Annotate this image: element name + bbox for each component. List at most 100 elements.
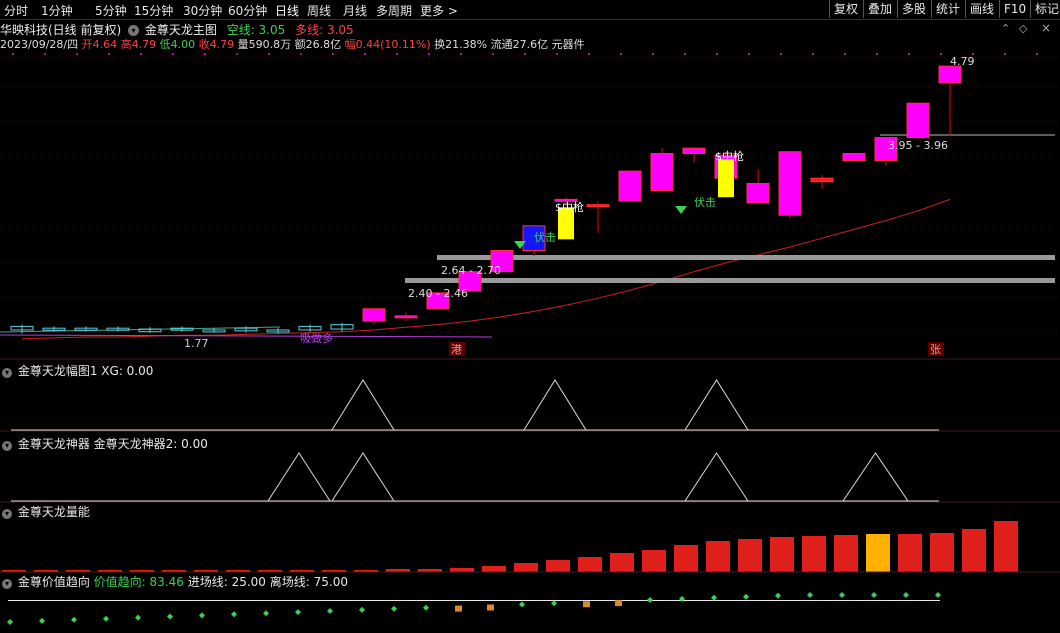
- chart-header: 华映科技(日线 前复权) ▾ 金尊天龙主图 空线: 3.05 多线: 3.05: [0, 21, 354, 37]
- grid-dot: [44, 53, 46, 55]
- grid-dot: [396, 53, 398, 55]
- grid-dot: [300, 53, 302, 55]
- period-tab-monthly[interactable]: 月线: [343, 2, 367, 19]
- chevron-down-icon[interactable]: ▾: [2, 579, 12, 589]
- diamond-signal-icon: [675, 206, 687, 214]
- trend-marker-green: [743, 593, 749, 600]
- period-toolbar: 分时 1分钟 5分钟 15分钟 30分钟 60分钟 日线 周线 月线 多周期 更…: [0, 0, 1060, 20]
- chevron-down-icon[interactable]: ▾: [128, 25, 140, 36]
- period-tab-daily[interactable]: 日线: [275, 2, 299, 19]
- grid-dot: [908, 53, 910, 55]
- multi-stock-button[interactable]: 多股: [897, 0, 930, 18]
- period-tab-5min[interactable]: 5分钟: [95, 2, 127, 19]
- trend-marker-orange: [583, 601, 590, 608]
- trend-marker-orange: [455, 605, 462, 612]
- signal-peak: [331, 452, 395, 502]
- period-tab-1min[interactable]: 1分钟: [41, 2, 73, 19]
- volume-bar: [706, 541, 730, 572]
- grid-dot: [236, 53, 238, 55]
- restore-rights-button[interactable]: 复权: [829, 0, 862, 18]
- trend-marker-green: [295, 609, 301, 616]
- candle-body: [810, 177, 834, 183]
- overlay-button[interactable]: 叠加: [863, 0, 896, 18]
- panel4-exit-value: 离场线: 75.00: [269, 575, 348, 589]
- main-candlestick-chart[interactable]: 4.79 3.95 - 3.96 2.64 - 2.70 2.40 - 2.46 1.7…: [0, 52, 1060, 360]
- candle-body: [906, 102, 930, 139]
- trend-marker-green: [423, 604, 429, 611]
- panel4-series-value: 价值趋向: 83.46: [93, 575, 184, 589]
- sector-value: 元器件: [551, 38, 585, 51]
- trend-marker-green: [7, 619, 13, 625]
- panel4-entry-value: 进场线: 25.00: [187, 575, 266, 589]
- volume-bar: [962, 529, 986, 572]
- zone-label-1: 2.40 - 2.46: [408, 287, 468, 300]
- f10-button[interactable]: F10: [999, 0, 1030, 18]
- candle-body: [778, 151, 802, 216]
- candle-body: [618, 170, 642, 202]
- signal-peak: [523, 379, 587, 431]
- signal-zhongqiang-1: $中枪: [555, 200, 584, 214]
- candle-body: [650, 152, 674, 192]
- volume-bar: [994, 521, 1018, 572]
- grid-dot: [524, 53, 526, 55]
- quote-info-line: 2023/09/28/四 开4.64 高4.79 低4.00 收4.79 量59…: [0, 36, 585, 52]
- trend-marker-green: [327, 608, 333, 614]
- volume-bar: [482, 566, 506, 572]
- trend-marker-orange: [615, 600, 622, 607]
- float-value: 流通27.6亿: [490, 38, 549, 51]
- period-tab-60min[interactable]: 60分钟: [228, 2, 267, 19]
- grid-dot: [332, 53, 334, 55]
- period-tab-15min[interactable]: 15分钟: [134, 2, 173, 19]
- support-band-upper: [437, 255, 1055, 260]
- volume-value: 量590.8万: [237, 38, 292, 51]
- panel4-header: ▾ 金尊价值趋向 价值趋向: 83.46 进场线: 25.00 离场线: 75.…: [0, 573, 348, 590]
- date-value: 2023/09/28/四: [0, 38, 79, 51]
- diamond-icon[interactable]: ◇: [1019, 22, 1027, 35]
- grid-dot: [812, 53, 814, 55]
- grid-dot: [940, 53, 942, 55]
- statistics-button[interactable]: 统计: [931, 0, 964, 18]
- grid-dot: [268, 53, 270, 55]
- volume-bar: [898, 534, 922, 572]
- grid-dot: [428, 53, 430, 55]
- period-tab-more[interactable]: 更多 >: [420, 2, 458, 19]
- grid-dot: [12, 53, 14, 55]
- volume-bar: [802, 536, 826, 572]
- grid-dot: [556, 53, 558, 55]
- candle-body: [362, 308, 386, 322]
- period-tab-timeshare[interactable]: 分时: [4, 2, 28, 19]
- chevron-up-icon[interactable]: ⌃: [1001, 22, 1010, 35]
- trend-marker-green: [391, 605, 397, 612]
- volume-energy-chart: [0, 521, 1060, 573]
- volume-bar: [578, 557, 602, 572]
- panel4-title[interactable]: 金尊价值趋向: [18, 575, 90, 589]
- stock-title[interactable]: 华映科技(日线 前复权): [0, 23, 121, 37]
- signal-chart-2: [0, 452, 1060, 503]
- draw-line-button[interactable]: 画线: [965, 0, 998, 18]
- grid-dot: [76, 53, 78, 55]
- period-tab-weekly[interactable]: 周线: [307, 2, 331, 19]
- period-tab-30min[interactable]: 30分钟: [183, 2, 222, 19]
- trend-marker-orange: [487, 604, 494, 611]
- grid-dot: [140, 53, 142, 55]
- close-icon[interactable]: ×: [1041, 21, 1051, 35]
- grid-dot: [492, 53, 494, 55]
- signal-peak: [684, 379, 749, 431]
- signal-fuji-1: 伏击: [534, 230, 556, 244]
- trend-marker-green: [935, 592, 941, 598]
- signal-peak: [331, 379, 395, 431]
- trend-marker-green: [647, 597, 653, 603]
- trend-marker-green: [839, 592, 845, 598]
- signal-chart-1: [0, 379, 1060, 432]
- mark-button[interactable]: 标记: [1030, 0, 1060, 18]
- trend-marker-green: [103, 615, 109, 622]
- volume-bar: [546, 560, 570, 572]
- signal-peak: [684, 452, 749, 502]
- indicator-title[interactable]: 金尊天龙主图: [145, 23, 217, 37]
- support-band-lower: [405, 278, 1055, 283]
- volume-bar: [834, 535, 858, 572]
- period-tab-multi[interactable]: 多周期: [376, 2, 412, 19]
- candle-body: [682, 147, 706, 154]
- candle-body: [938, 65, 962, 84]
- volume-bar: [450, 568, 474, 572]
